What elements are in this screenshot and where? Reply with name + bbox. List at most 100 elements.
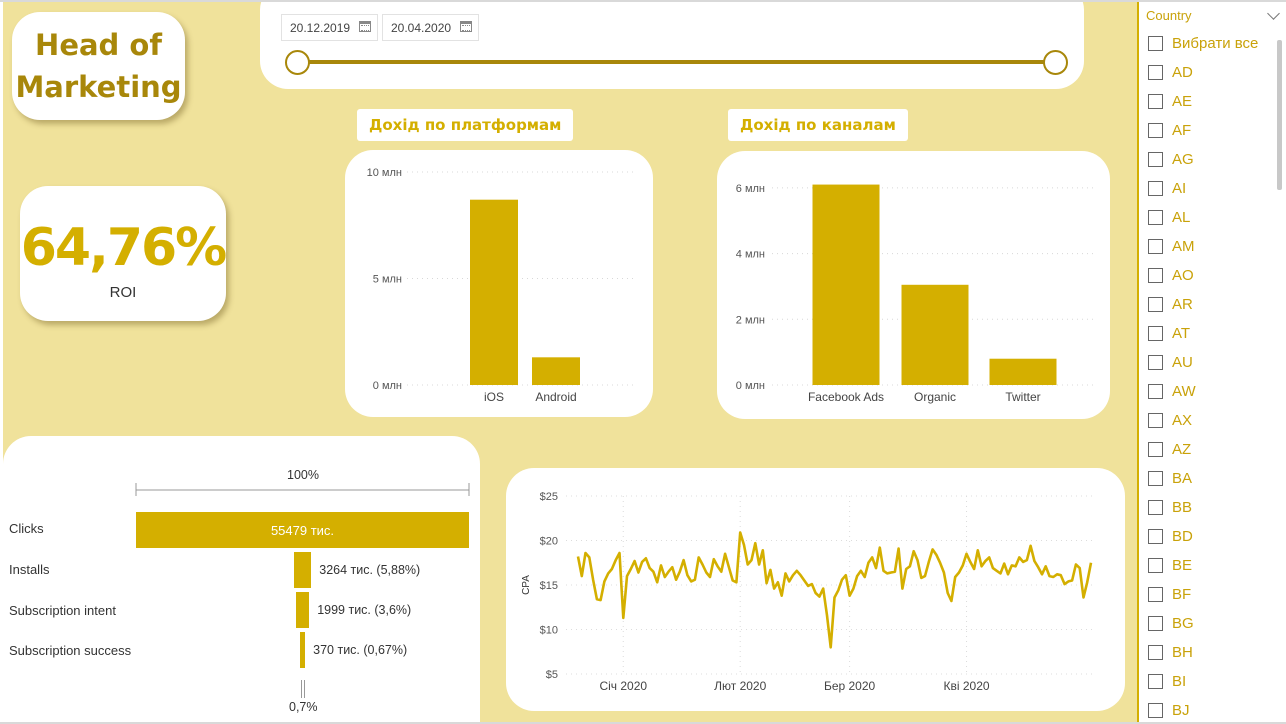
funnel-bar[interactable] — [293, 552, 312, 588]
country-option[interactable]: AG — [1139, 145, 1274, 174]
checkbox[interactable] — [1148, 442, 1163, 457]
y-tick-label: 0 млн — [736, 380, 765, 392]
country-option[interactable]: AI — [1139, 174, 1274, 203]
checkbox[interactable] — [1148, 36, 1163, 51]
y-tick-label: 2 млн — [736, 314, 765, 326]
funnel-bottom-bracket — [301, 680, 305, 698]
checkbox[interactable] — [1148, 181, 1163, 196]
country-option[interactable]: AX — [1139, 406, 1274, 435]
country-option[interactable]: AU — [1139, 348, 1274, 377]
y-tick-label: 6 млн — [736, 183, 765, 195]
country-option[interactable]: AE — [1139, 87, 1274, 116]
country-option-label: BG — [1172, 615, 1194, 632]
checkbox[interactable] — [1148, 703, 1163, 718]
slicer-scrollbar[interactable] — [1277, 40, 1282, 190]
checkbox[interactable] — [1148, 94, 1163, 109]
end-date-field[interactable]: 20.04.2020 — [382, 14, 479, 41]
select-all-option[interactable]: Вибрати все — [1139, 29, 1274, 58]
date-slider-track[interactable] — [297, 60, 1055, 64]
checkbox[interactable] — [1148, 645, 1163, 660]
country-slicer-title: Country — [1146, 8, 1192, 23]
start-date-field[interactable]: 20.12.2019 — [281, 14, 378, 41]
end-slider-handle[interactable] — [1043, 50, 1068, 75]
country-option-label: AT — [1172, 325, 1191, 342]
country-option-label: AD — [1172, 64, 1193, 81]
calendar-icon[interactable] — [460, 21, 472, 32]
country-option[interactable]: BG — [1139, 609, 1274, 638]
country-option[interactable]: AR — [1139, 290, 1274, 319]
bar — [470, 199, 518, 385]
checkbox[interactable] — [1148, 471, 1163, 486]
y-tick-label: 4 млн — [736, 249, 765, 261]
checkbox[interactable] — [1148, 384, 1163, 399]
funnel-scale — [135, 483, 470, 496]
checkbox[interactable] — [1148, 355, 1163, 370]
country-option-label: AL — [1172, 209, 1191, 226]
country-option[interactable]: AF — [1139, 116, 1274, 145]
funnel-bar[interactable] — [299, 632, 306, 668]
country-option[interactable]: AW — [1139, 377, 1274, 406]
end-date-value: 20.04.2020 — [391, 21, 452, 35]
checkbox[interactable] — [1148, 558, 1163, 573]
funnel-bar[interactable] — [295, 592, 310, 628]
country-option-label: BD — [1172, 528, 1193, 545]
cpa-line-chart: $5 $10 $15 $20 $25 Січ 2020 Лют 2020 Бер 2020 Кв… — [506, 468, 1125, 711]
country-option[interactable]: AO — [1139, 261, 1274, 290]
roi-label: ROI — [109, 284, 137, 301]
country-option[interactable]: AD — [1139, 58, 1274, 87]
country-option[interactable]: BB — [1139, 493, 1274, 522]
checkbox[interactable] — [1148, 239, 1163, 254]
funnel-stage-label: Clicks — [9, 521, 44, 536]
bar — [989, 358, 1057, 385]
country-option[interactable]: BD — [1139, 522, 1274, 551]
country-option[interactable]: AZ — [1139, 435, 1274, 464]
channel-chart-header: Дохід по каналам — [728, 109, 908, 141]
country-option[interactable]: BF — [1139, 580, 1274, 609]
checkbox[interactable] — [1148, 123, 1163, 138]
country-option-label: BH — [1172, 644, 1193, 661]
country-option[interactable]: BE — [1139, 551, 1274, 580]
checkbox[interactable] — [1148, 326, 1163, 341]
y-axis-label: CPA — [521, 575, 532, 595]
country-option[interactable]: AT — [1139, 319, 1274, 348]
y-tick-label: $5 — [546, 669, 558, 681]
country-option-label: BA — [1172, 470, 1193, 487]
checkbox[interactable] — [1148, 152, 1163, 167]
checkbox[interactable] — [1148, 587, 1163, 602]
y-tick-label: $15 — [540, 580, 558, 592]
checkbox[interactable] — [1148, 616, 1163, 631]
country-option[interactable]: AM — [1139, 232, 1274, 261]
checkbox[interactable] — [1148, 500, 1163, 515]
x-tick-label: Кві 2020 — [943, 679, 989, 693]
checkbox[interactable] — [1148, 529, 1163, 544]
checkbox[interactable] — [1148, 297, 1163, 312]
start-date-value: 20.12.2019 — [290, 21, 351, 35]
country-option-label: BE — [1172, 557, 1193, 574]
country-option[interactable]: BH — [1139, 638, 1274, 667]
y-tick-label: 10 млн — [367, 167, 402, 179]
country-option[interactable]: BJ — [1139, 696, 1274, 722]
country-option-label: AW — [1172, 383, 1196, 400]
funnel-value-label: 55479 тис. — [270, 523, 335, 538]
x-tick-label: iOS — [484, 390, 504, 404]
country-option-label: BF — [1172, 586, 1192, 603]
y-tick-label: $10 — [540, 625, 558, 637]
chevron-down-icon[interactable] — [1267, 7, 1280, 20]
checkbox[interactable] — [1148, 413, 1163, 428]
country-option-label: AM — [1172, 238, 1195, 255]
calendar-icon[interactable] — [359, 21, 371, 32]
checkbox[interactable] — [1148, 674, 1163, 689]
country-option-label: AF — [1172, 122, 1192, 139]
country-option[interactable]: AL — [1139, 203, 1274, 232]
platform-chart-svg: 0 млн 5 млн 10 млн iOS Android — [367, 167, 635, 404]
country-option-label: BI — [1172, 673, 1187, 690]
checkbox[interactable] — [1148, 268, 1163, 283]
report-canvas: Head of Marketing 64,76% ROI 20.12.2019 … — [3, 2, 1137, 722]
country-option[interactable]: BA — [1139, 464, 1274, 493]
checkbox[interactable] — [1148, 65, 1163, 80]
platform-revenue-chart: 0 млн 5 млн 10 млн iOS Android — [345, 150, 653, 417]
funnel-value-label: 3264 тис. (5,88%) — [319, 563, 421, 577]
start-slider-handle[interactable] — [285, 50, 310, 75]
checkbox[interactable] — [1148, 210, 1163, 225]
country-option[interactable]: BI — [1139, 667, 1274, 696]
